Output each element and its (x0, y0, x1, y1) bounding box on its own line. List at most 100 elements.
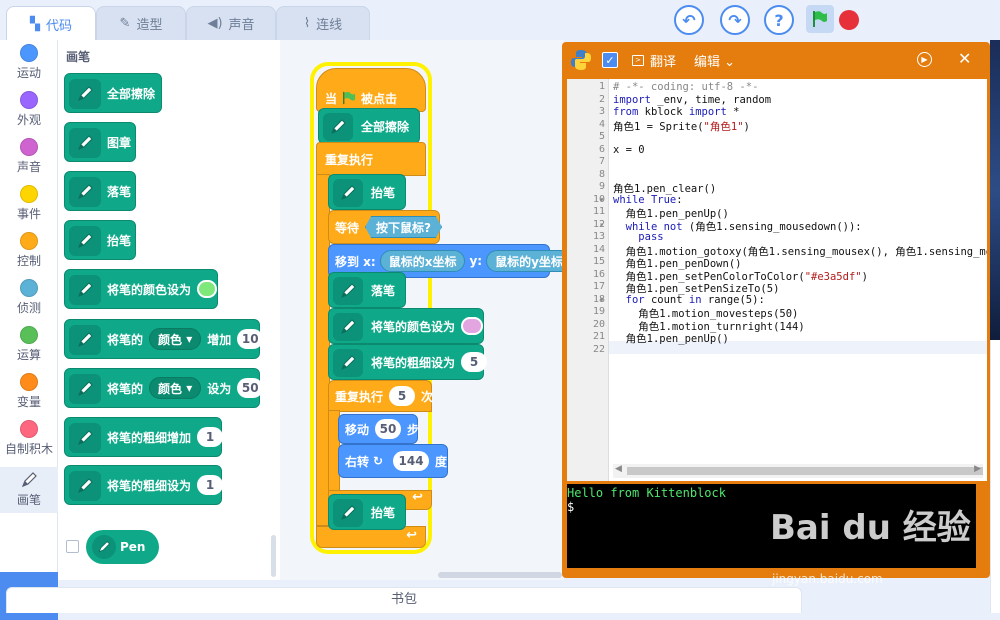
palette-block-pen-down[interactable]: 落笔 (64, 171, 136, 211)
line-number: 20 (592, 318, 605, 330)
sound-dot-icon (20, 138, 38, 156)
mouse-y-reporter[interactable]: 鼠标的y坐标 (486, 250, 572, 272)
pen-extension-block[interactable]: Pen (86, 530, 160, 564)
line-number: 19 (592, 306, 605, 317)
value-input[interactable]: 50 (237, 378, 264, 398)
code-line: pass (638, 231, 664, 243)
script-hscrollbar[interactable] (438, 572, 562, 578)
palette-block-pen-up[interactable]: 抬笔 (64, 220, 136, 260)
palette-block-change-size[interactable]: 将笔的粗细增加 1 (64, 417, 224, 457)
category-motion[interactable]: 运动 (0, 44, 58, 81)
value-input[interactable]: 1 (197, 475, 224, 495)
palette-scrollbar[interactable] (271, 535, 276, 577)
sync-checkbox[interactable]: ✓ (602, 52, 618, 68)
mouse-down-condition[interactable]: 按下鼠标? (365, 216, 442, 238)
editor-hscrollbar[interactable]: ◀ ▶ (613, 464, 983, 478)
value-input[interactable]: 5 (389, 386, 416, 406)
pen-down-block[interactable]: 落笔 (328, 272, 406, 308)
extension-checkbox[interactable] (66, 540, 79, 553)
help-button[interactable]: ? (764, 5, 794, 35)
when-flag-clicked-block[interactable]: 当 被点击 (316, 68, 426, 112)
category-pen[interactable]: 画笔 (0, 467, 58, 513)
color-swatch[interactable] (461, 317, 483, 335)
category-events[interactable]: 事件 (0, 185, 58, 222)
palette-block-set-color[interactable]: 将笔的颜色设为 (64, 269, 218, 309)
fold-toggle-icon[interactable]: ▾ (600, 221, 604, 229)
value-input[interactable]: 144 (393, 451, 429, 471)
edit-menu[interactable]: 编辑 ⌄ (694, 51, 735, 70)
palette-block-change-param[interactable]: 将笔的 颜色 ▾ 增加 10 (64, 319, 264, 359)
line-number: 4 (598, 118, 605, 130)
tab-costumes[interactable]: ✎ 造型 (96, 6, 186, 40)
pen-up-block[interactable]: 抬笔 (328, 174, 406, 210)
translate-button[interactable]: > 翻译 (632, 51, 676, 70)
palette-block-set-param[interactable]: 将笔的 颜色 ▾ 设为 50 (64, 368, 264, 408)
code-editor[interactable]: 1 2 3 4 5 6 7 8 9 10 ▾ 11 12 ▾ 13 14 15 16 17 18 ▾ 19 20 21 22 #… (567, 79, 987, 481)
line-number: 6 (598, 143, 605, 155)
chevron-down-icon: ▾ (186, 381, 193, 395)
mouse-x-reporter[interactable]: 鼠标的x坐标 (379, 250, 466, 272)
category-my-blocks[interactable]: 自制积木 (0, 420, 58, 457)
value-input[interactable]: 1 (197, 427, 224, 447)
edit-label: 编辑 (694, 55, 721, 70)
category-variables[interactable]: 变量 (0, 373, 58, 410)
scroll-left-icon[interactable]: ◀ (615, 464, 622, 474)
play-icon: ▶ (921, 55, 928, 64)
redo-button[interactable]: ↷ (720, 5, 750, 35)
color-swatch[interactable] (197, 280, 217, 298)
value-input[interactable]: 50 (375, 419, 402, 439)
block-label: 设为 (207, 381, 232, 396)
repeat-block[interactable]: 重复执行 5 次 (328, 380, 433, 412)
value-input[interactable]: 10 (237, 329, 264, 349)
palette-block-clear[interactable]: 全部擦除 (64, 73, 162, 113)
palette-block-stamp[interactable]: 图章 (64, 122, 136, 162)
pen-icon (0, 471, 58, 489)
pen-up-block[interactable]: 抬笔 (328, 494, 406, 530)
category-menu: 运动 外观 声音 事件 控制 侦测 运算 变量 自制积木 画笔 ⊞ (0, 40, 58, 620)
scrollbar-thumb[interactable] (627, 467, 983, 475)
tab-sounds[interactable]: ◀) 声音 (186, 6, 276, 40)
run-button[interactable]: ▶ (917, 52, 932, 67)
pen-icon (69, 275, 101, 305)
block-label: 将笔的粗细设为 (107, 478, 192, 493)
scroll-right-icon[interactable]: ▶ (974, 464, 981, 474)
motion-dot-icon (20, 44, 38, 62)
block-label: 重复执行 (335, 389, 384, 404)
backpack-label: 书包 (390, 592, 417, 607)
fold-toggle-icon[interactable]: ▾ (600, 296, 604, 304)
fold-toggle-icon[interactable]: ▾ (600, 196, 604, 204)
block-label: 被点击 (361, 91, 398, 106)
clear-block[interactable]: 全部擦除 (318, 108, 420, 144)
set-size-block[interactable]: 将笔的粗细设为 5 (328, 344, 488, 380)
category-operators[interactable]: 运算 (0, 326, 58, 363)
category-sensing[interactable]: 侦测 (0, 279, 58, 316)
pen-icon (69, 471, 101, 501)
sprite-pane-edge (990, 340, 1000, 613)
tab-code[interactable]: ▚ 代码 (6, 6, 96, 41)
terminal-output-line: Hello from Kittenblock (567, 486, 726, 500)
help-icon: ? (774, 10, 784, 30)
close-button[interactable]: ✕ (958, 49, 971, 68)
set-color-block[interactable]: 将笔的颜色设为 (328, 308, 484, 344)
green-flag-icon (343, 91, 356, 105)
green-flag-button[interactable] (806, 5, 834, 33)
turn-right-block[interactable]: 右转 ↻ 144 度 (338, 444, 448, 478)
move-steps-block[interactable]: 移动 50 步 (338, 414, 419, 444)
forever-block[interactable]: 重复执行 (316, 142, 426, 176)
category-label: 画笔 (16, 493, 41, 507)
block-label: 将笔的 (107, 381, 144, 396)
top-bar: ▚ 代码 ✎ 造型 ◀) 声音 ⌇ 连线 ↶ ↷ ? (0, 0, 1000, 41)
script-area[interactable]: 当 被点击 全部擦除 重复执行 ↩ 抬笔 等待 按下鼠标? 移到 x: 鼠标的x… (280, 40, 572, 580)
value-input[interactable]: 5 (461, 352, 488, 372)
wait-until-block[interactable]: 等待 按下鼠标? (328, 210, 442, 244)
stop-button[interactable] (839, 10, 859, 30)
undo-button[interactable]: ↶ (674, 5, 704, 35)
param-dropdown[interactable]: 颜色 ▾ (149, 377, 202, 399)
category-looks[interactable]: 外观 (0, 91, 58, 128)
backpack-bar[interactable]: 书包 (6, 587, 802, 613)
palette-block-set-size[interactable]: 将笔的粗细设为 1 (64, 465, 224, 505)
category-control[interactable]: 控制 (0, 232, 58, 269)
param-dropdown[interactable]: 颜色 ▾ (149, 328, 202, 350)
category-sound[interactable]: 声音 (0, 138, 58, 175)
tab-wiring[interactable]: ⌇ 连线 (276, 6, 370, 40)
